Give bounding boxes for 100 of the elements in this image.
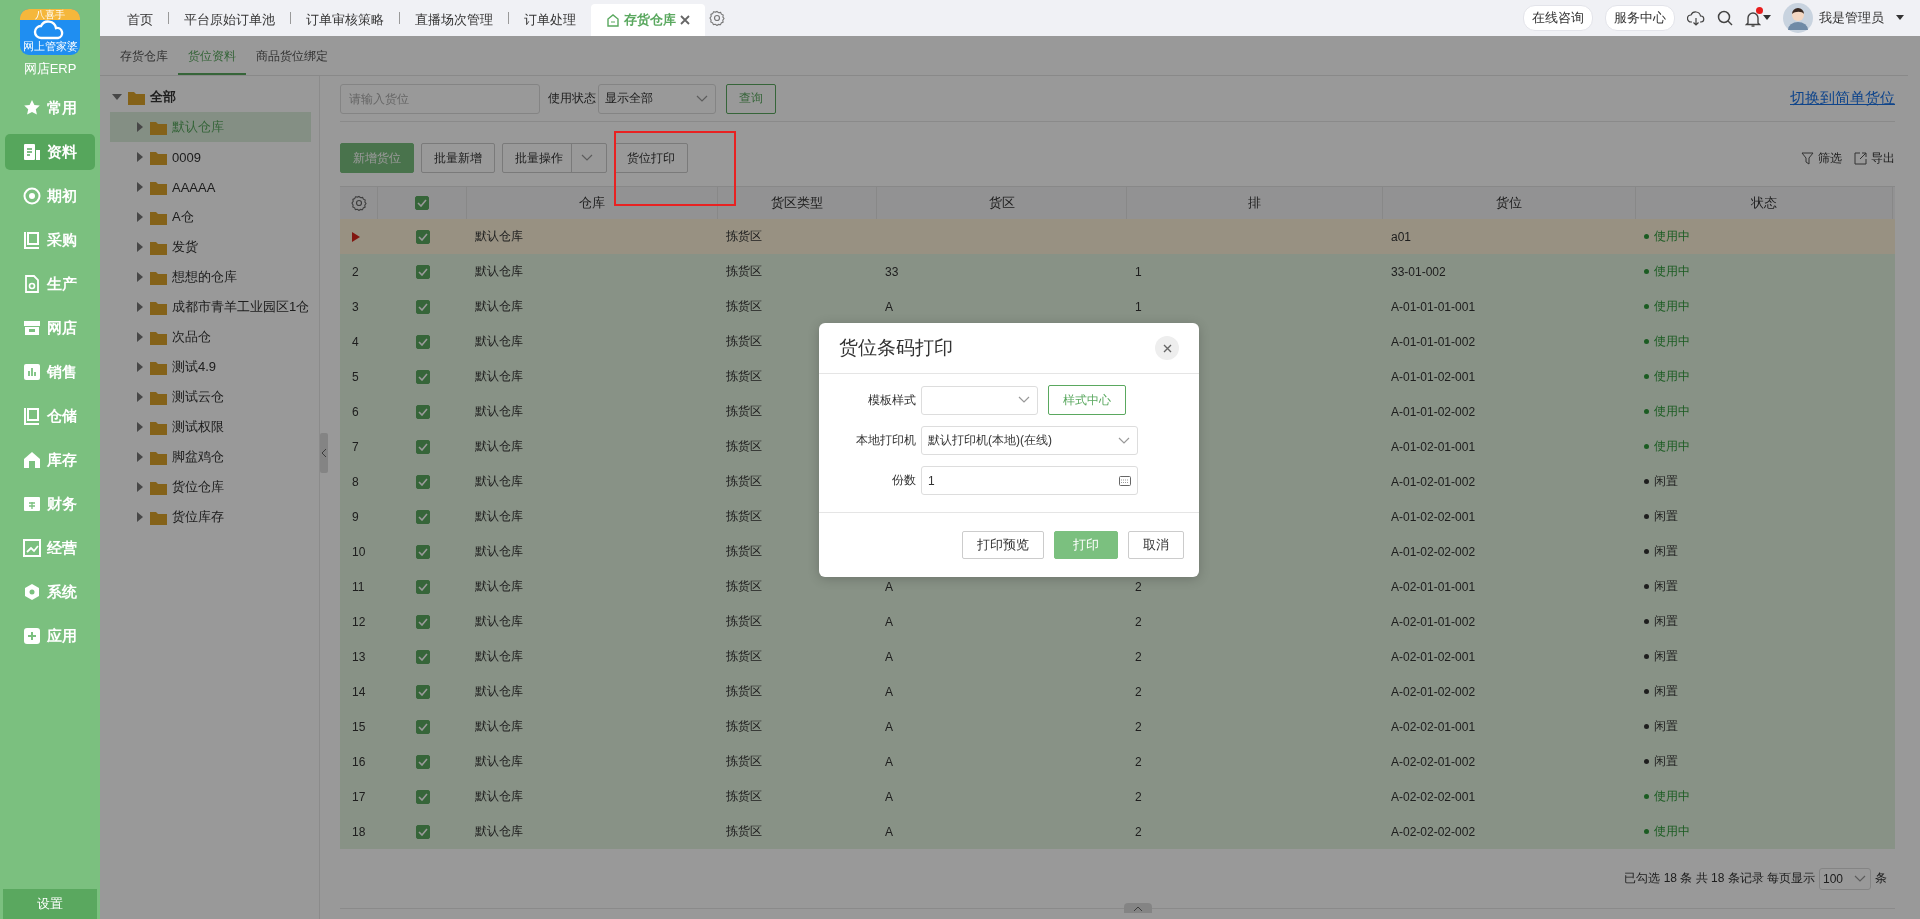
- tab[interactable]: 平台原始订单池: [169, 4, 290, 36]
- caret-icon: [136, 332, 144, 342]
- export-icon: [1854, 151, 1867, 165]
- tab[interactable]: 订单审核策略: [291, 4, 399, 36]
- checkbox[interactable]: [415, 404, 430, 419]
- folder-icon: [149, 119, 167, 135]
- switch-link[interactable]: 切换到简单货位: [1790, 89, 1895, 108]
- status-dot: [1644, 549, 1649, 554]
- close-button[interactable]: [1155, 336, 1179, 360]
- checkbox[interactable]: [415, 509, 430, 524]
- table-cell: A-01-01-01-001: [1391, 299, 1476, 314]
- expand-handle[interactable]: [1124, 903, 1152, 913]
- caret-icon: [136, 242, 144, 252]
- collapse-handle[interactable]: [320, 432, 328, 473]
- sub-tab[interactable]: 存货仓库: [110, 48, 178, 75]
- status-text: 使用中: [1654, 368, 1690, 385]
- table-cell: 默认仓库: [475, 719, 523, 733]
- checkmark-icon: [417, 652, 428, 661]
- tree-node[interactable]: 货位库存: [172, 508, 224, 526]
- folder-icon: [149, 509, 167, 525]
- checkbox[interactable]: [415, 824, 430, 839]
- status-text: 使用中: [1654, 228, 1690, 245]
- checkbox[interactable]: [415, 649, 430, 664]
- tree-node[interactable]: 次品仓: [172, 328, 211, 346]
- status-text: 闲置: [1654, 543, 1678, 560]
- checkbox[interactable]: [415, 579, 430, 594]
- status-dot: [1644, 304, 1649, 309]
- tree-node[interactable]: 测试权限: [172, 418, 224, 436]
- tab[interactable]: 订单处理: [509, 4, 591, 36]
- table-cell: 默认仓库: [475, 404, 523, 418]
- status-select[interactable]: 显示全部: [598, 83, 716, 114]
- search-icon: [1717, 10, 1733, 26]
- table-cell: 1: [1135, 299, 1142, 314]
- export-button[interactable]: 导出: [1854, 149, 1895, 167]
- chevron-left-icon: [321, 448, 327, 457]
- number-field[interactable]: 1: [921, 466, 1138, 495]
- checkbox[interactable]: [415, 754, 430, 769]
- style-center-button[interactable]: 样式中心: [1048, 385, 1126, 415]
- checkbox[interactable]: [415, 264, 430, 279]
- dialog-button[interactable]: 取消: [1128, 531, 1184, 559]
- folder-icon: [149, 299, 167, 315]
- row-number: 17: [352, 789, 366, 804]
- settings-icon: [350, 195, 367, 211]
- page-size-select[interactable]: 100: [1819, 867, 1871, 890]
- tree-node[interactable]: AAAAA: [172, 179, 216, 195]
- user-menu[interactable]: 我是管理员: [1819, 9, 1884, 27]
- book-icon: [23, 407, 41, 425]
- toolbar-button[interactable]: 货位打印: [614, 143, 688, 173]
- tab[interactable]: 首页: [112, 4, 168, 36]
- checkbox[interactable]: [415, 684, 430, 699]
- tree-node[interactable]: 想想的仓库: [172, 268, 237, 286]
- nav-item[interactable]: 资料: [5, 134, 95, 170]
- folder-icon: [149, 269, 167, 285]
- table-cell: 2: [1135, 789, 1142, 804]
- tree-node[interactable]: 0009: [172, 149, 201, 165]
- sub-tab[interactable]: 商品货位绑定: [246, 48, 338, 75]
- checkbox[interactable]: [415, 474, 430, 489]
- tree-node[interactable]: 成都市青羊工业园区1仓: [172, 298, 310, 316]
- table-cell: 2: [1135, 719, 1142, 734]
- caret-icon: [1763, 14, 1771, 21]
- checkbox[interactable]: [415, 196, 429, 210]
- folder-icon: [149, 479, 167, 495]
- tree-node[interactable]: A仓: [172, 208, 194, 226]
- settings-icon: [709, 10, 725, 26]
- filter-button[interactable]: 筛选: [1801, 149, 1842, 167]
- caret-icon: [136, 512, 144, 522]
- dropdown-field[interactable]: [921, 385, 1038, 415]
- checkbox[interactable]: [415, 614, 430, 629]
- tree-node[interactable]: 脚盆鸡仓: [172, 448, 224, 466]
- caret-icon: [136, 362, 144, 372]
- toolbar-button[interactable]: 批量操作: [502, 143, 607, 173]
- checkbox[interactable]: [415, 334, 430, 349]
- tree-node[interactable]: 测试云仓: [172, 388, 224, 406]
- status-text: 闲置: [1654, 648, 1678, 665]
- header-button[interactable]: 在线咨询: [1523, 5, 1593, 31]
- tab[interactable]: 直播场次管理: [400, 4, 508, 36]
- checkbox[interactable]: [415, 544, 430, 559]
- checkbox[interactable]: [415, 719, 430, 734]
- table-cell: 2: [1135, 824, 1142, 839]
- tree-node[interactable]: 货位仓库: [172, 478, 224, 496]
- checkbox[interactable]: [415, 369, 430, 384]
- table-cell: 拣货区: [726, 474, 762, 488]
- dropdown-field[interactable]: 默认打印机(本地)(在线): [921, 426, 1138, 455]
- tree-node[interactable]: 发货: [172, 238, 198, 256]
- checkbox[interactable]: [415, 229, 430, 244]
- caret-icon: [1896, 15, 1904, 21]
- toolbar-button[interactable]: 批量新增: [421, 143, 495, 173]
- checkbox[interactable]: [415, 299, 430, 314]
- dialog-button[interactable]: 打印预览: [962, 531, 1044, 559]
- table-cell: A-02-01-01-002: [1391, 614, 1476, 629]
- tree-node[interactable]: 测试4.9: [172, 358, 217, 376]
- row-number: 15: [352, 719, 366, 734]
- checkmark-icon: [417, 547, 428, 556]
- tree-node[interactable]: 全部: [150, 88, 176, 106]
- status-text: 闲置: [1654, 508, 1678, 525]
- checkmark-icon: [417, 442, 428, 451]
- header-button[interactable]: 服务中心: [1605, 5, 1675, 31]
- checkbox[interactable]: [415, 439, 430, 454]
- checkbox[interactable]: [415, 789, 430, 804]
- status-dot: [1644, 654, 1649, 659]
